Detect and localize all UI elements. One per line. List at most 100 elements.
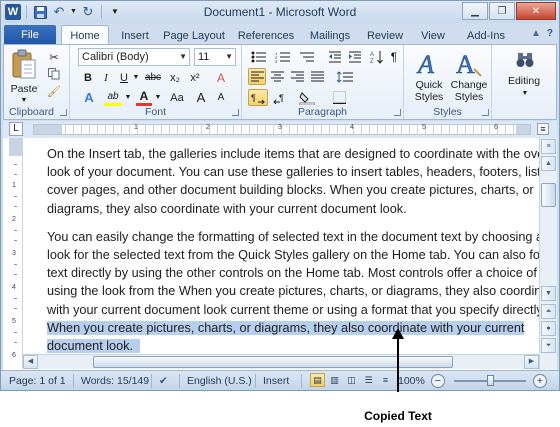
font-size-dropdown-icon[interactable]: ▼ — [225, 49, 233, 65]
editing-dropdown-icon[interactable]: ▼ — [520, 88, 530, 100]
decrease-indent-button[interactable] — [326, 48, 344, 65]
scroll-left-arrow-icon[interactable]: ◀ — [23, 355, 38, 369]
proofing-icon[interactable]: ✔︎ — [159, 374, 168, 388]
next-page-icon[interactable]: ⏷ — [541, 338, 556, 353]
document-area[interactable]: 1 2 3 4 5 6 On the Insert tab, the galle… — [3, 138, 539, 370]
paste-icon[interactable] — [9, 48, 39, 82]
paste-button-label[interactable]: Paste — [7, 83, 41, 95]
clipboard-launcher-icon[interactable] — [60, 109, 67, 116]
ruler-toggle-small-icon[interactable]: ≡ — [541, 139, 556, 154]
insert-mode-status[interactable]: Insert — [263, 374, 289, 388]
superscript-button[interactable]: x² — [186, 69, 204, 86]
underline-dropdown-icon[interactable]: ▼ — [132, 69, 140, 86]
word-count-status[interactable]: Words: 15/149 — [81, 374, 149, 388]
font-size-combo[interactable]: 11 ▼ — [194, 48, 236, 66]
increase-indent-button[interactable] — [346, 48, 364, 65]
close-button[interactable]: ✕ — [516, 2, 556, 20]
font-color-button[interactable]: A — [136, 89, 152, 106]
horizontal-scrollbar[interactable]: ◀ ▶ — [23, 354, 539, 369]
minimize-button[interactable]: ▁ — [462, 2, 488, 20]
horizontal-scroll-thumb[interactable] — [93, 356, 453, 368]
editing-button-label[interactable]: Editing — [494, 75, 554, 87]
vertical-scrollbar[interactable]: ≡ ▲ ▼ ⏶ ● ⏷ — [539, 138, 557, 370]
change-styles-label-1[interactable]: Change — [448, 79, 490, 91]
scroll-down-arrow-icon[interactable]: ▼ — [541, 286, 556, 301]
tab-selector-icon[interactable]: L — [9, 122, 23, 136]
line-spacing-button[interactable] — [334, 68, 356, 85]
zoom-level[interactable]: 100% — [398, 374, 425, 388]
shading-button[interactable] — [296, 89, 318, 106]
grow-font-button[interactable]: A — [192, 89, 210, 106]
document-body[interactable]: On the Insert tab, the galleries include… — [47, 145, 539, 365]
show-formatting-marks-button[interactable]: ¶ — [386, 48, 402, 65]
format-painter-icon[interactable]: 🖌 — [46, 83, 62, 99]
selected-text[interactable]: document look. — [47, 339, 134, 354]
tab-file[interactable]: File — [4, 25, 56, 45]
shrink-font-button[interactable]: A — [212, 89, 230, 106]
page-count-status[interactable]: Page: 1 of 1 — [9, 374, 66, 388]
align-left-button[interactable] — [248, 68, 266, 85]
vertical-ruler[interactable]: 1 2 3 4 5 6 — [9, 138, 23, 368]
font-launcher-icon[interactable] — [232, 109, 239, 116]
paragraph-launcher-icon[interactable] — [394, 109, 401, 116]
draft-view-icon[interactable]: ≡ — [378, 373, 393, 387]
language-status[interactable]: English (U.S.) — [187, 374, 252, 388]
styles-launcher-icon[interactable] — [482, 109, 489, 116]
text-highlight-button[interactable]: ab — [104, 89, 122, 106]
tab-view[interactable]: View — [415, 27, 451, 45]
tab-insert[interactable]: Insert — [113, 27, 157, 45]
binoculars-icon[interactable] — [514, 48, 536, 72]
justify-button[interactable] — [308, 68, 326, 85]
tab-page-layout[interactable]: Page Layout — [161, 27, 227, 45]
text-effects-button[interactable]: A — [80, 89, 98, 106]
vertical-scroll-thumb[interactable] — [541, 183, 556, 207]
full-screen-reading-view-icon[interactable]: ▥ — [327, 373, 342, 387]
tab-add-ins[interactable]: Add-Ins — [463, 27, 509, 45]
horizontal-ruler[interactable]: 1 2 3 4 5 6 — [33, 124, 532, 135]
rtl-direction-button[interactable]: ¶ — [270, 89, 290, 106]
change-styles-icon[interactable]: A — [452, 48, 486, 78]
ltr-direction-button[interactable]: ¶ — [248, 89, 268, 106]
subscript-button[interactable]: x₂ — [166, 69, 184, 86]
tab-mailings[interactable]: Mailings — [305, 27, 355, 45]
highlight-dropdown-icon[interactable]: ▼ — [124, 89, 132, 106]
numbering-button[interactable]: 123 — [272, 48, 294, 65]
zoom-slider-handle[interactable] — [487, 375, 494, 386]
change-styles-label-2[interactable]: Styles — [448, 91, 490, 103]
restore-button[interactable]: ❐ — [489, 2, 515, 20]
strikethrough-button[interactable]: abc — [142, 69, 164, 86]
selected-text-line[interactable]: When you create pictures, charts, or dia… — [47, 319, 525, 337]
print-layout-view-icon[interactable]: ▤ — [310, 373, 325, 387]
italic-button[interactable]: I — [98, 69, 114, 86]
cut-icon[interactable]: ✂ — [46, 49, 62, 65]
font-color-dropdown-icon[interactable]: ▼ — [154, 89, 162, 106]
clear-formatting-button[interactable]: A — [212, 69, 230, 86]
multilevel-list-button[interactable] — [296, 48, 318, 65]
zoom-out-button[interactable]: − — [431, 374, 445, 388]
selected-text-line[interactable]: document look. — [47, 337, 525, 355]
align-center-button[interactable] — [268, 68, 286, 85]
web-layout-view-icon[interactable]: ◫ — [344, 373, 359, 387]
quick-styles-label-2[interactable]: Styles — [408, 91, 450, 103]
tab-review[interactable]: Review — [363, 27, 407, 45]
view-ruler-icon[interactable]: ≡ — [537, 123, 549, 135]
zoom-in-button[interactable]: + — [533, 374, 547, 388]
bold-button[interactable]: B — [80, 69, 96, 86]
help-icon[interactable]: ? — [547, 28, 553, 39]
outline-view-icon[interactable]: ☰ — [361, 373, 376, 387]
bullets-button[interactable] — [248, 48, 270, 65]
scroll-right-arrow-icon[interactable]: ▶ — [524, 355, 539, 369]
quick-styles-icon[interactable]: A — [412, 48, 446, 78]
underline-button[interactable]: U — [116, 69, 132, 86]
quick-styles-label-1[interactable]: Quick — [408, 79, 450, 91]
scroll-up-arrow-icon[interactable]: ▲ — [541, 156, 556, 171]
tab-references[interactable]: References — [235, 27, 297, 45]
minimize-ribbon-icon[interactable]: ▲ — [531, 28, 541, 39]
font-name-dropdown-icon[interactable]: ▼ — [179, 49, 187, 65]
font-name-combo[interactable]: Calibri (Body) ▼ — [78, 48, 190, 66]
previous-page-icon[interactable]: ⏶ — [541, 304, 556, 319]
borders-button[interactable] — [328, 89, 350, 106]
tab-home[interactable]: Home — [61, 25, 109, 46]
align-right-button[interactable] — [288, 68, 306, 85]
change-case-button[interactable]: Aa — [166, 89, 188, 106]
